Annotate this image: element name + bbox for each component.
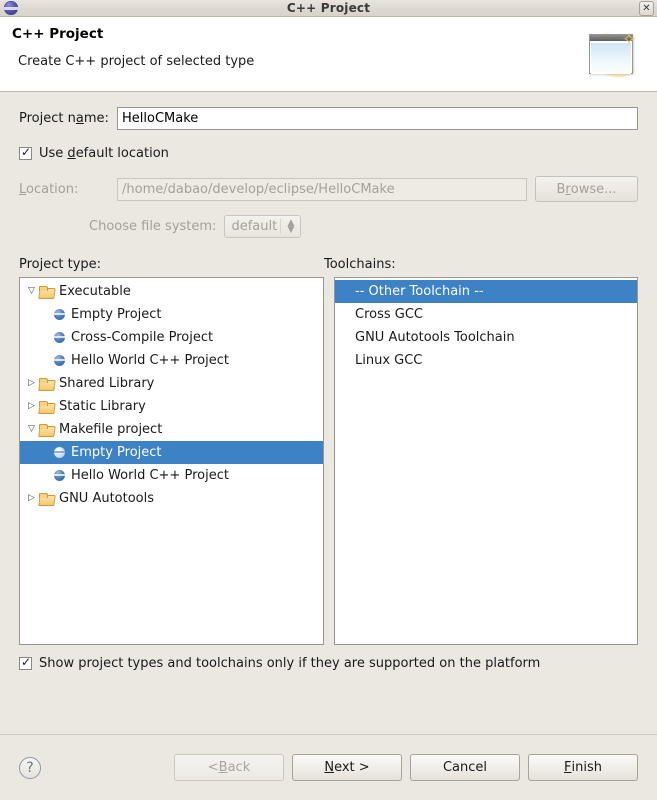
wizard-banner: C++ Project Create C++ project of select…: [0, 17, 657, 92]
tree-row-label: Cross-Compile Project: [71, 330, 214, 345]
location-row: Location: /home/dabao/develop/eclipse/He…: [19, 176, 638, 202]
sphere-icon: [54, 470, 65, 481]
chevron-down-icon[interactable]: ▽: [24, 425, 39, 434]
project-name-input[interactable]: [117, 107, 638, 130]
tree-row-label: Hello World C++ Project: [71, 468, 229, 483]
project-name-row: Project name:: [19, 107, 638, 130]
tree-row-label: Makefile project: [59, 422, 163, 437]
browse-button: Br owse...: [535, 176, 638, 202]
use-default-location-row[interactable]: Use default location: [19, 145, 638, 161]
banner-subtitle: Create C++ project of selected type: [18, 54, 255, 69]
tree-row-label: Hello World C++ Project: [71, 353, 229, 368]
window-title: C++ Project: [286, 1, 371, 15]
tree-row-label: Shared Library: [59, 376, 155, 391]
use-default-location-label: Use default location: [39, 146, 169, 161]
choose-file-system-select: default ▲ ▼: [224, 215, 302, 238]
back-button: < Back: [174, 754, 284, 781]
tree-row[interactable]: Hello World C++ Project: [20, 464, 323, 487]
project-type-tree[interactable]: ▽ Executable Empty Project Cross-Compile Pr…: [19, 277, 324, 645]
chevron-right-icon[interactable]: ▷: [24, 379, 39, 388]
tree-row[interactable]: ▷ GNU Autotools: [20, 487, 323, 510]
toolchain-label: Cross GCC: [355, 307, 423, 322]
banner-title: C++ Project: [12, 26, 104, 42]
tree-row[interactable]: ▽ Executable: [20, 280, 323, 303]
tree-row[interactable]: Empty Project: [20, 303, 323, 326]
tree-row-label: GNU Autotools: [59, 491, 155, 506]
finish-button[interactable]: Finish: [528, 754, 638, 781]
toolchain-list-item[interactable]: Linux GCC: [335, 349, 637, 372]
folder-icon: [39, 423, 54, 436]
sphere-icon: [54, 355, 65, 366]
tree-row[interactable]: ▷ Static Library: [20, 395, 323, 418]
tree-row[interactable]: ▷ Shared Library: [20, 372, 323, 395]
dialog-content: Project name: Use default location Locat…: [0, 92, 657, 734]
show-supported-row[interactable]: Show project types and toolchains only i…: [19, 655, 638, 671]
tree-row[interactable]: Hello World C++ Project: [20, 349, 323, 372]
cpp-project-dialog: C++ Project ✕ C++ Project Create C++ pro…: [0, 0, 657, 800]
cancel-button[interactable]: Cancel: [410, 754, 520, 781]
chevron-right-icon[interactable]: ▷: [24, 402, 39, 411]
title-bar: C++ Project ✕: [0, 0, 657, 17]
toolchain-list-item[interactable]: GNU Autotools Toolchain: [335, 326, 637, 349]
toolchain-label: -- Other Toolchain --: [355, 284, 484, 299]
tree-row-label: Empty Project: [71, 445, 162, 460]
tree-row-label: Empty Project: [71, 307, 162, 322]
tree-row[interactable]: ▽ Makefile project: [20, 418, 323, 441]
chevron-down-icon[interactable]: ▽: [24, 287, 39, 296]
choose-file-system-label: Choose file system:: [89, 219, 217, 234]
sphere-icon: [54, 332, 65, 343]
tree-row[interactable]: Cross-Compile Project: [20, 326, 323, 349]
toolchain-list-item[interactable]: -- Other Toolchain --: [335, 280, 637, 303]
location-input: /home/dabao/develop/eclipse/HelloCMake: [117, 177, 527, 201]
toolchain-label: Linux GCC: [355, 353, 423, 368]
close-icon[interactable]: ✕: [639, 1, 654, 16]
help-icon[interactable]: ?: [19, 756, 41, 779]
new-project-window-sparkle-icon: ✧: [581, 28, 643, 82]
dialog-footer: ? < Back Next > Cancel Finish: [0, 734, 657, 800]
footer-buttons: < Back Next > Cancel Finish: [174, 754, 638, 781]
toolchains-label: Toolchains:: [324, 257, 396, 272]
toolchains-list[interactable]: -- Other Toolchain -- Cross GCC GNU Autoto…: [334, 277, 638, 645]
eclipse-sphere-icon: [4, 1, 18, 15]
folder-icon: [39, 285, 54, 298]
tree-row-label: Static Library: [59, 399, 146, 414]
location-label: Location:: [19, 181, 79, 197]
show-supported-checkbox[interactable]: [19, 655, 32, 670]
toolchain-list-item[interactable]: Cross GCC: [335, 303, 637, 326]
project-type-label: Project type:: [19, 257, 102, 272]
choose-file-system-value: default: [231, 219, 278, 234]
sphere-icon: [54, 447, 65, 458]
chevron-updown-icon: ▲ ▼: [287, 217, 295, 235]
choose-file-system-row: Choose file system: default ▲ ▼: [19, 215, 638, 238]
show-supported-label: Show project types and toolchains only i…: [39, 656, 541, 671]
lists-container: ▽ Executable Empty Project Cross-Compile Pr…: [19, 277, 638, 645]
folder-icon: [39, 492, 54, 505]
toolchain-label: GNU Autotools Toolchain: [355, 330, 515, 345]
lists-header: Project type: Toolchains:: [19, 257, 638, 272]
use-default-location-checkbox[interactable]: [19, 145, 32, 160]
sphere-icon: [54, 309, 65, 320]
folder-icon: [39, 377, 54, 390]
project-name-label: Project name:: [19, 111, 109, 126]
tree-row-label: Executable: [59, 284, 131, 299]
folder-icon: [39, 400, 54, 413]
next-button[interactable]: Next >: [292, 754, 402, 781]
tree-row[interactable]: Empty Project: [20, 441, 323, 464]
chevron-right-icon[interactable]: ▷: [24, 494, 39, 503]
